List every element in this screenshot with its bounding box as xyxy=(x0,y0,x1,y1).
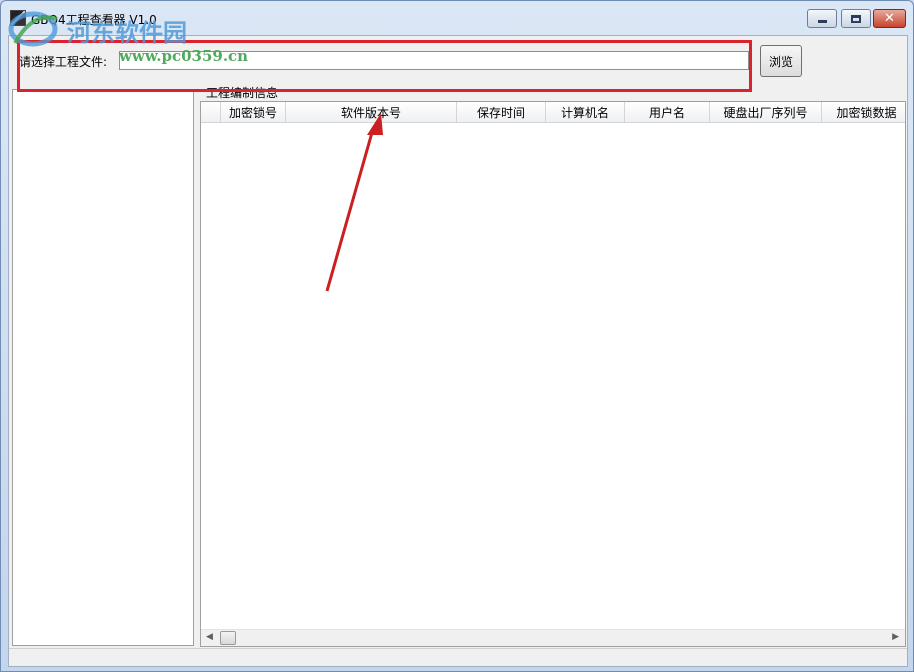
column-header-user-name[interactable]: 用户名 xyxy=(625,102,710,123)
column-header-software-version[interactable]: 软件版本号 xyxy=(286,102,457,123)
scroll-thumb[interactable] xyxy=(220,631,236,645)
status-bar xyxy=(9,648,907,666)
close-button[interactable]: ✕ xyxy=(873,9,906,28)
minimize-button[interactable] xyxy=(807,9,837,28)
column-header-lock-data[interactable]: 加密锁数据 xyxy=(822,102,905,123)
browse-button[interactable]: 浏览 xyxy=(760,45,802,77)
column-header-lock-number[interactable]: 加密锁号 xyxy=(221,102,286,123)
project-file-input[interactable] xyxy=(119,51,749,70)
title-bar[interactable]: GBQ4工程查看器 V1.0 ✕ xyxy=(1,1,913,35)
horizontal-scrollbar[interactable]: ◀ ▶ xyxy=(201,629,905,646)
column-header-computer-name[interactable]: 计算机名 xyxy=(546,102,625,123)
scroll-left-icon[interactable]: ◀ xyxy=(206,632,213,642)
window-title: GBQ4工程查看器 V1.0 xyxy=(31,13,157,27)
file-select-label: 请选择工程文件: xyxy=(19,55,108,69)
app-window: GBQ4工程查看器 V1.0 ✕ 请选择工程文件: 浏览 加密锁号 软件版本号 … xyxy=(0,0,914,672)
maximize-icon xyxy=(851,14,861,23)
maximize-button[interactable] xyxy=(841,9,871,28)
client-area: 请选择工程文件: 浏览 加密锁号 软件版本号 保存时间 计算机名 用户名 硬盘出… xyxy=(8,35,908,667)
project-info-table[interactable]: 加密锁号 软件版本号 保存时间 计算机名 用户名 硬盘出厂序列号 加密锁数据 ◀… xyxy=(200,101,906,647)
row-selector-header[interactable] xyxy=(201,102,221,123)
close-icon: ✕ xyxy=(884,11,895,26)
column-header-disk-serial[interactable]: 硬盘出厂序列号 xyxy=(710,102,822,123)
project-info-group-label: 工程编制信息 xyxy=(205,84,280,101)
column-header-save-time[interactable]: 保存时间 xyxy=(457,102,546,123)
file-tree-panel[interactable] xyxy=(12,89,194,646)
table-header: 加密锁号 软件版本号 保存时间 计算机名 用户名 硬盘出厂序列号 加密锁数据 xyxy=(201,102,905,123)
app-icon xyxy=(10,10,26,26)
minimize-icon xyxy=(817,20,827,23)
scroll-right-icon[interactable]: ▶ xyxy=(892,632,899,642)
